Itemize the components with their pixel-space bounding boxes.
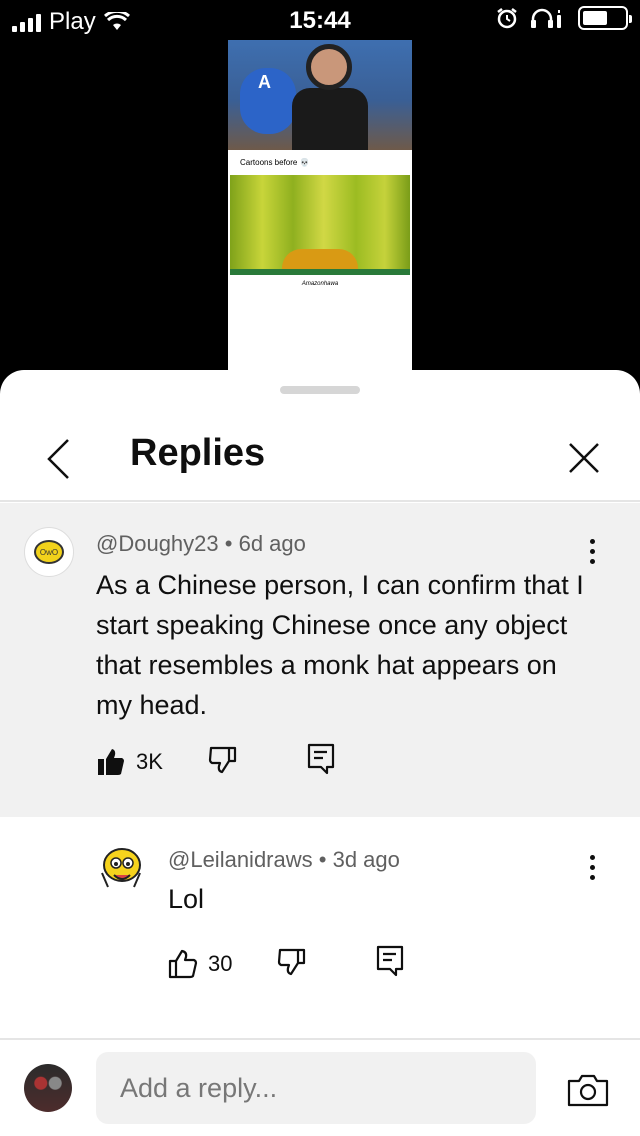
cartoon-ground <box>230 269 410 275</box>
avatar-coin: OwO <box>34 540 64 564</box>
comment-actions: 3K <box>96 743 335 780</box>
avatar-drawing <box>101 848 141 888</box>
like-count: 30 <box>208 950 233 976</box>
avatar[interactable] <box>24 1064 72 1112</box>
close-button[interactable] <box>560 434 608 482</box>
replies-sheet: Replies OwO @Doughy23 • 6d ago As a Chin… <box>0 370 640 1136</box>
reply-button[interactable] <box>307 743 335 780</box>
drag-handle[interactable] <box>280 386 360 394</box>
back-button[interactable] <box>38 434 78 484</box>
video-caption: Cartoons before 💀 <box>240 158 310 167</box>
reply-composer <box>0 1038 640 1136</box>
more-vertical-icon <box>589 854 595 860</box>
comment-meta: @Doughy23 • 6d ago <box>96 531 306 557</box>
parent-comment: OwO @Doughy23 • 6d ago As a Chinese pers… <box>0 503 640 817</box>
comment-text: Lol <box>168 884 205 914</box>
close-icon <box>569 443 599 473</box>
comment-age: 3d ago <box>332 847 400 872</box>
meta-separator: • <box>318 847 327 872</box>
thumbs-up-icon <box>168 949 198 978</box>
monk-hat <box>282 249 358 271</box>
comment-author[interactable]: @Leilanidraws <box>168 847 313 872</box>
dislike-button[interactable] <box>207 744 237 779</box>
thumbs-up-icon <box>98 748 124 775</box>
comment-age: 6d ago <box>238 531 306 556</box>
thumbs-down-icon <box>208 746 237 774</box>
thumbs-down-icon <box>278 948 306 976</box>
sheet-header: Replies <box>0 410 640 502</box>
status-bar: Play 15:44 <box>0 0 640 40</box>
more-vertical-icon <box>589 538 595 544</box>
comment-author[interactable]: @Doughy23 <box>96 531 219 556</box>
person-head <box>306 44 352 90</box>
video-webcam-area <box>228 40 412 150</box>
dislike-button[interactable] <box>276 946 306 981</box>
comment-reply-icon <box>377 945 404 977</box>
toy-figure <box>240 68 296 134</box>
headphones-icon <box>531 8 561 28</box>
meta-separator: • <box>224 531 233 556</box>
camera-button[interactable] <box>566 1070 610 1110</box>
like-button[interactable]: 30 <box>168 949 232 979</box>
battery-icon <box>578 6 632 30</box>
video-cartoon-frame <box>230 175 410 275</box>
video-preview[interactable]: Cartoons before 💀 Amazonhawa <box>228 40 412 372</box>
camera-icon <box>567 1074 609 1107</box>
like-count: 3K <box>136 748 163 774</box>
alarm-icon <box>497 8 517 29</box>
like-button[interactable]: 3K <box>96 747 163 777</box>
comment-text: As a Chinese person, I can confirm that … <box>96 570 584 720</box>
status-right <box>496 6 632 30</box>
comment-reply-icon <box>307 743 335 775</box>
reply-comment: @Leilanidraws • 3d ago Lol 30 <box>0 817 640 1041</box>
reply-button[interactable] <box>376 945 404 982</box>
chevron-left-icon <box>47 439 69 479</box>
comment-meta: @Leilanidraws • 3d ago <box>168 847 400 873</box>
reply-input[interactable] <box>96 1052 536 1124</box>
avatar[interactable] <box>96 843 146 893</box>
person-body <box>292 88 368 150</box>
avatar[interactable]: OwO <box>24 527 74 577</box>
video-subtitle: Amazonhawa <box>301 281 339 287</box>
comment-actions: 30 <box>168 945 404 982</box>
page-title: Replies <box>130 432 266 474</box>
